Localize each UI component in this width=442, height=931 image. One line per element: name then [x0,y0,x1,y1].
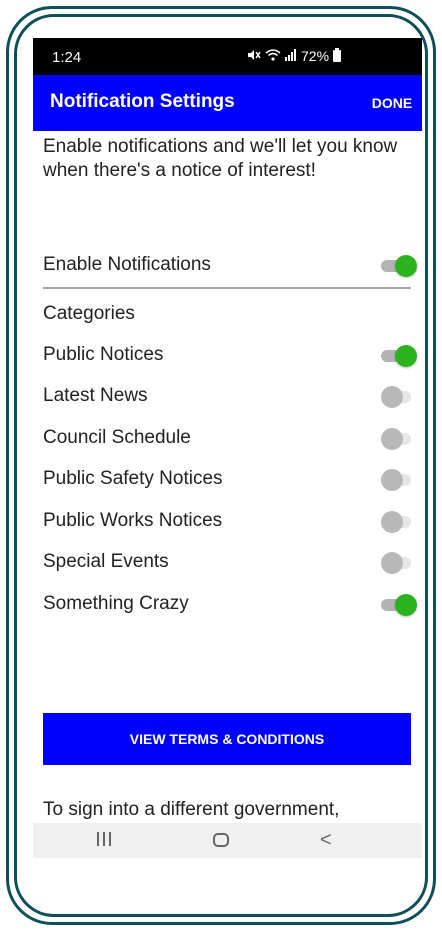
back-icon[interactable]: < [320,829,332,852]
category-toggle-public-safety-notices[interactable] [381,468,417,491]
mute-icon [247,48,261,64]
battery-percent: 72% [301,48,330,64]
category-label-council-schedule: Council Schedule [43,427,191,448]
wifi-icon [265,48,281,64]
home-icon[interactable] [213,833,229,847]
category-toggle-public-notices[interactable] [381,344,417,367]
phone-screen: 1:24 72% Notification Settings DONE Enab… [33,38,422,858]
category-label-public-notices: Public Notices [43,344,164,365]
category-label-public-safety-notices: Public Safety Notices [43,468,223,489]
recent-apps-icon[interactable] [97,831,111,847]
toggle-thumb [381,511,403,533]
enable-notifications-toggle[interactable] [381,254,417,277]
status-icons: 72% [247,48,342,64]
status-bar: 1:24 72% [33,38,422,75]
category-toggle-latest-news[interactable] [381,385,417,408]
category-label-latest-news: Latest News [43,385,148,406]
toggle-thumb [381,386,403,408]
divider [43,287,411,289]
category-toggle-public-works-notices[interactable] [381,510,417,533]
toggle-thumb [381,428,403,450]
done-button[interactable]: DONE [362,87,422,119]
categories-heading: Categories [43,303,135,324]
footer-text: To sign into a different government, [43,799,340,820]
enable-notifications-label: Enable Notifications [43,254,211,275]
category-label-special-events: Special Events [43,551,169,572]
toggle-thumb [381,469,403,491]
toggle-thumb [395,345,417,367]
view-terms-button[interactable]: VIEW TERMS & CONDITIONS [43,713,411,765]
system-nav-bar: < [33,823,422,858]
category-label-public-works-notices: Public Works Notices [43,510,223,531]
category-label-something-crazy: Something Crazy [43,593,189,614]
category-toggle-council-schedule[interactable] [381,427,417,450]
battery-icon [333,48,342,62]
intro-text: Enable notifications and we'll let you k… [43,136,398,181]
category-toggle-something-crazy[interactable] [381,593,417,616]
page-title: Notification Settings [50,91,235,112]
toggle-thumb [395,594,417,616]
status-time: 1:24 [52,49,82,66]
category-toggle-special-events[interactable] [381,551,417,574]
signal-icon [285,48,297,64]
app-bar: Notification Settings DONE [33,75,422,131]
toggle-thumb [395,255,417,277]
toggle-thumb [381,552,403,574]
